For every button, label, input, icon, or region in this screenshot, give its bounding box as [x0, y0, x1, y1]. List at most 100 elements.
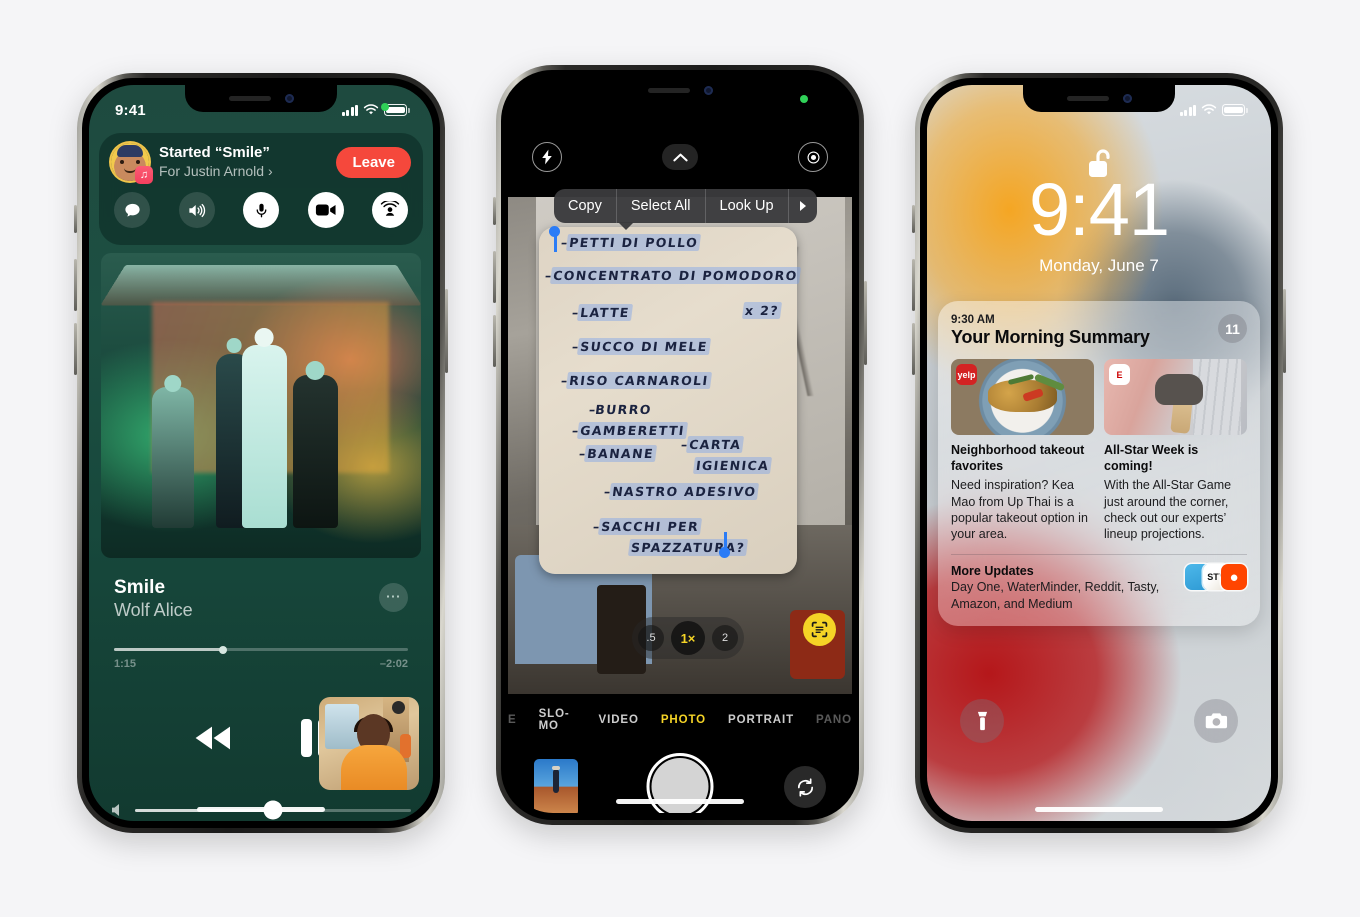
- selection-end-handle[interactable]: [719, 547, 730, 558]
- artwork-ceiling: [101, 264, 421, 306]
- mode-portrait[interactable]: PORTRAIT: [728, 714, 794, 726]
- note-line[interactable]: –PETTI DI POLLO: [560, 234, 702, 251]
- flash-button[interactable]: [532, 142, 562, 172]
- live-photo-button[interactable]: [798, 142, 828, 172]
- note-line-text: CARTA: [686, 436, 745, 453]
- earpiece-speaker: [647, 88, 690, 93]
- scrubber-times: 1:15 –2:02: [114, 658, 408, 670]
- volume-down-button[interactable]: [912, 323, 915, 375]
- summary-card-item[interactable]: E All-Star Week is coming! With the All-…: [1104, 359, 1247, 542]
- rewind-button[interactable]: [190, 723, 236, 758]
- summary-count-badge[interactable]: 11: [1218, 314, 1247, 343]
- look-up-menu-item[interactable]: Look Up: [706, 189, 789, 223]
- speaker-button[interactable]: [178, 192, 215, 228]
- espn-icon: E: [1109, 364, 1130, 385]
- shareplay-icon: [380, 201, 400, 216]
- scrubber-fill: [114, 648, 223, 651]
- home-indicator[interactable]: [1035, 807, 1163, 812]
- note-line[interactable]: SPAZZATURA?: [627, 539, 749, 556]
- note-line[interactable]: –BURRO: [588, 402, 653, 417]
- note-line[interactable]: –CARTA: [680, 436, 745, 453]
- flashlight-button[interactable]: [960, 699, 1004, 743]
- volume-up-button[interactable]: [74, 259, 77, 311]
- facetime-pip[interactable]: [319, 697, 419, 790]
- more-updates-text: More Updates Day One, WaterMinder, Reddi…: [951, 564, 1193, 612]
- more-menu-item[interactable]: [789, 189, 817, 223]
- shareplay-subtitle[interactable]: For Justin Arnold ›: [159, 162, 326, 181]
- selection-start-handle[interactable]: [549, 226, 560, 237]
- remaining-time: –2:02: [379, 658, 408, 670]
- summary-card-item[interactable]: yelp Neighborhood takeout favorites Need…: [951, 359, 1094, 542]
- track-title: Smile: [114, 577, 166, 598]
- mute-switch[interactable]: [493, 197, 496, 225]
- side-button[interactable]: [864, 281, 867, 365]
- expand-controls-button[interactable]: [662, 144, 698, 170]
- home-indicator[interactable]: [197, 807, 325, 812]
- cellular-signal-icon: [1179, 104, 1196, 116]
- volume-down-button[interactable]: [74, 323, 77, 375]
- zoom-1x-button[interactable]: 1×: [671, 621, 705, 655]
- more-updates-body: Day One, WaterMinder, Reddit, Tasty, Ama…: [951, 580, 1160, 611]
- zoom-0.5x-button[interactable]: .5: [638, 625, 664, 651]
- live-text-button[interactable]: [803, 613, 836, 646]
- mode-edge-left[interactable]: E: [508, 714, 517, 726]
- mute-switch[interactable]: [912, 205, 915, 233]
- note-line-text: BURRO: [594, 402, 653, 417]
- note-line[interactable]: –CONCENTRATO DI POMODORO: [544, 267, 801, 284]
- mute-switch[interactable]: [74, 205, 77, 233]
- camera-mode-selector[interactable]: E SLO-MO VIDEO PHOTO PORTRAIT PANO: [508, 707, 852, 733]
- volume-up-button[interactable]: [493, 251, 496, 303]
- leave-button[interactable]: Leave: [336, 146, 411, 178]
- more-updates-row[interactable]: More Updates Day One, WaterMinder, Reddi…: [951, 564, 1247, 612]
- mode-pano[interactable]: PANO: [816, 714, 852, 726]
- pip-lamp: [392, 700, 405, 714]
- flashlight-icon: [977, 711, 987, 731]
- zoom-2x-button[interactable]: 2: [712, 625, 738, 651]
- microphone-button[interactable]: [243, 192, 279, 228]
- home-indicator[interactable]: [616, 799, 744, 804]
- zoom-level-selector[interactable]: .5 1× 2: [632, 617, 744, 659]
- side-button[interactable]: [1283, 289, 1286, 373]
- phone-bezel: 9:41 ♫ Started “Smile” For Justin Arnold…: [82, 78, 440, 828]
- note-card[interactable]: –PETTI DI POLLO –CONCENTRATO DI POMODORO…: [539, 227, 801, 574]
- note-line[interactable]: –BANANE: [578, 445, 658, 462]
- shutter-button[interactable]: [646, 753, 714, 813]
- camera-button[interactable]: [1194, 699, 1238, 743]
- scrubber-track[interactable]: [114, 645, 408, 654]
- shareplay-button[interactable]: [372, 192, 408, 228]
- mode-video[interactable]: VIDEO: [599, 714, 639, 726]
- messages-button[interactable]: [114, 192, 150, 228]
- selection-start-bar[interactable]: [554, 235, 557, 252]
- volume-down-button[interactable]: [493, 315, 496, 367]
- mode-photo[interactable]: PHOTO: [661, 714, 706, 726]
- note-line[interactable]: –SACCHI PER: [592, 518, 703, 535]
- reddit-icon: ●: [1221, 564, 1247, 591]
- more-options-button[interactable]: ⋯: [379, 583, 408, 612]
- note-line-text: x 2?: [741, 302, 783, 319]
- scrubber-knob[interactable]: [218, 645, 227, 654]
- shareplay-subtitle-text: For Justin Arnold: [159, 162, 265, 179]
- photo-library-thumbnail[interactable]: [534, 759, 578, 813]
- note-line-text: SACCHI PER: [598, 518, 703, 535]
- copy-menu-item[interactable]: Copy: [554, 189, 617, 223]
- select-all-menu-item[interactable]: Select All: [617, 189, 706, 223]
- camera-icon: [1205, 713, 1227, 729]
- note-line[interactable]: –GAMBERETTI: [571, 422, 688, 439]
- note-line[interactable]: IGIENICA: [692, 457, 773, 474]
- note-line[interactable]: –RISO CARNAROLI: [560, 372, 712, 389]
- flip-camera-button[interactable]: [784, 766, 826, 808]
- note-line[interactable]: –SUCCO DI MELE: [571, 338, 711, 355]
- album-artwork: [101, 253, 421, 558]
- video-button[interactable]: [307, 192, 344, 228]
- shareplay-text: Started “Smile” For Justin Arnold ›: [159, 144, 326, 181]
- mode-slo-mo[interactable]: SLO-MO: [539, 708, 577, 732]
- notification-summary-card[interactable]: 9:30 AM Your Morning Summary 11 yelp Nei…: [938, 301, 1260, 626]
- note-line[interactable]: x 2?: [741, 302, 783, 319]
- volume-up-button[interactable]: [912, 259, 915, 311]
- note-line[interactable]: –NASTRO ADESIVO: [603, 483, 760, 500]
- side-button[interactable]: [445, 289, 448, 373]
- note-line[interactable]: –LATTE: [571, 304, 633, 321]
- phone-bezel: 9:41 Monday, June 7 9:30 AM Your Morning…: [920, 78, 1278, 828]
- playback-scrubber[interactable]: 1:15 –2:02: [114, 645, 408, 670]
- chevron-right-icon: ›: [267, 162, 273, 179]
